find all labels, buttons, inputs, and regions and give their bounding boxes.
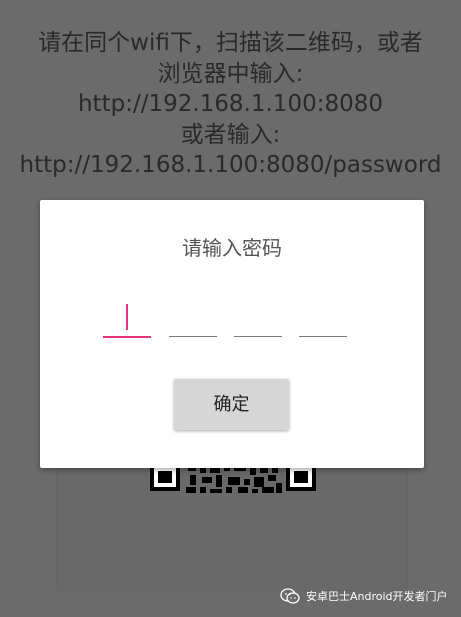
- dialog-title: 请输入密码: [182, 236, 282, 260]
- pin-slot-2[interactable]: [169, 300, 217, 337]
- pin-slot-1[interactable]: [103, 300, 151, 338]
- instruction-line-4: 或者输入:: [180, 121, 281, 148]
- text-cursor: [126, 304, 128, 330]
- watermark-text: 安卓巴士Android开发者门户: [306, 590, 448, 603]
- confirm-button[interactable]: 确定: [174, 379, 289, 430]
- watermark: 安卓巴士Android开发者门户: [280, 586, 448, 606]
- pin-input[interactable]: [103, 300, 363, 340]
- password-dialog: 请输入密码 确定: [40, 200, 424, 468]
- pin-slot-3[interactable]: [234, 300, 282, 337]
- instruction-line-2: 浏览器中输入:: [157, 60, 304, 87]
- instruction-password-url: http://192.168.1.100:8080/password: [19, 152, 442, 178]
- instruction-line-1: 请在同个wifi下，扫描该二维码，或者: [38, 30, 423, 56]
- pin-slot-4[interactable]: [299, 300, 347, 337]
- instructions: 请在同个wifi下，扫描该二维码，或者 浏览器中输入: http://192.1…: [0, 28, 461, 181]
- instruction-url: http://192.168.1.100:8080: [77, 91, 383, 117]
- wechat-icon: [280, 588, 300, 604]
